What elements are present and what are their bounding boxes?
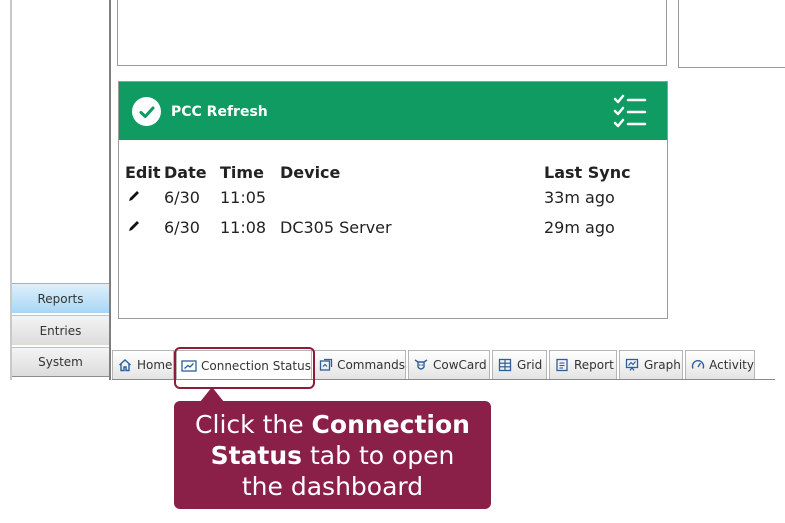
checklist-icon[interactable] (612, 94, 648, 130)
edit-cell (125, 182, 164, 212)
grid-icon (497, 357, 513, 373)
tab-graph[interactable]: Graph (619, 350, 683, 380)
nav-entries-label: Entries (39, 323, 82, 338)
callout-text-part1: Click the (195, 409, 312, 439)
top-right-panel (678, 0, 785, 68)
col-header-time: Time (220, 162, 264, 182)
nav-system-button[interactable]: System (12, 347, 109, 377)
report-icon (554, 357, 570, 373)
pencil-icon[interactable] (127, 219, 141, 233)
date-cell: 6/30 (164, 187, 200, 207)
date-cell: 6/30 (164, 217, 200, 237)
nav-system-label: System (38, 355, 83, 369)
device-cell: DC305 Server (280, 217, 392, 237)
instruction-callout: Click the Connection Status tab to open … (174, 401, 491, 509)
left-navigation-panel: Reports Entries System (10, 0, 111, 380)
nav-entries-button[interactable]: Entries (12, 315, 109, 345)
pencil-icon[interactable] (127, 189, 141, 203)
tab-commands[interactable]: Commands (314, 350, 406, 380)
sync-table: Edit Date Time Device Last Sync 6/30 11:… (125, 162, 631, 242)
home-icon (117, 357, 133, 373)
tab-activity[interactable]: Activity (685, 350, 755, 380)
last-sync-cell: 33m ago (544, 187, 615, 207)
tab-grid-label: Grid (517, 358, 543, 372)
col-header-edit: Edit (125, 162, 161, 182)
commands-icon (319, 357, 333, 373)
tab-report[interactable]: Report (549, 350, 617, 380)
tab-cowcard[interactable]: CowCard (408, 350, 490, 380)
tab-commands-label: Commands (337, 358, 405, 372)
tab-grid[interactable]: Grid (492, 350, 547, 380)
tab-home-label: Home (137, 358, 173, 372)
nav-reports-button[interactable]: Reports (12, 283, 109, 313)
device-cell (280, 182, 544, 212)
tab-graph-label: Graph (644, 358, 681, 372)
table-row: 6/30 11:05 33m ago (125, 182, 631, 212)
cow-icon (413, 357, 429, 373)
panel-header: PCC Refresh (119, 82, 667, 140)
edit-cell (125, 212, 164, 242)
pcc-refresh-panel: PCC Refresh Edit Date Time Device Last S… (118, 81, 668, 319)
callout-arrow (200, 387, 224, 402)
top-panel (117, 0, 667, 66)
table-header-row: Edit Date Time Device Last Sync (125, 162, 631, 182)
time-cell: 11:08 (220, 217, 267, 237)
check-circle-icon (132, 97, 161, 126)
nav-reports-label: Reports (37, 291, 84, 306)
tab-cowcard-label: CowCard (433, 358, 487, 372)
tab-report-label: Report (574, 358, 614, 372)
tab-home[interactable]: Home (112, 350, 174, 380)
col-header-date: Date (164, 162, 207, 182)
last-sync-cell: 29m ago (544, 217, 615, 237)
col-header-device: Device (280, 162, 341, 182)
graph-icon (624, 357, 640, 373)
tab-activity-label: Activity (709, 358, 754, 372)
table-row: 6/30 11:08 DC305 Server 29m ago (125, 212, 631, 242)
col-header-last-sync: Last Sync (544, 162, 631, 182)
time-cell: 11:05 (220, 187, 267, 207)
panel-title: PCC Refresh (171, 104, 268, 120)
callout-text: Click the Connection Status tab to open … (192, 409, 473, 502)
connection-status-highlight (174, 347, 315, 389)
gauge-icon (690, 357, 705, 373)
